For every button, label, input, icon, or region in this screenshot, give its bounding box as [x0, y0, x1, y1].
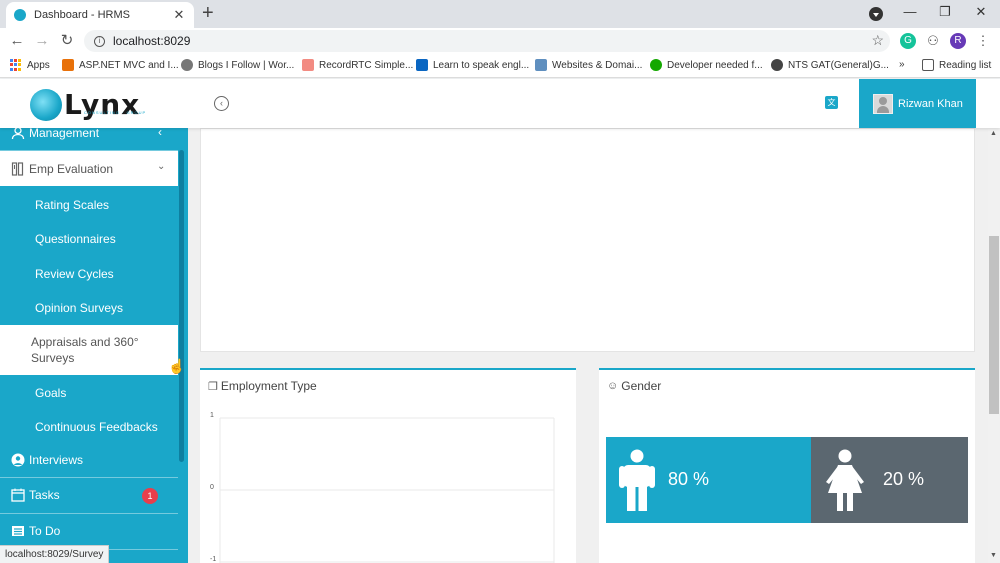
employment-type-chart: 1 0 -1	[208, 406, 568, 563]
logo-tagline: CONSULTING · GROUP	[84, 110, 147, 115]
profile-avatar[interactable]: R	[950, 33, 966, 49]
restore-button[interactable]: ❐	[935, 4, 955, 20]
bookmark-apps[interactable]: Apps	[10, 59, 50, 71]
card-title: ☺ Gender	[607, 379, 662, 393]
bookmark-item[interactable]: Blogs I Follow | Wor...	[181, 59, 294, 71]
copy-icon: ❐	[208, 380, 218, 393]
male-figure-icon	[619, 449, 655, 511]
reading-list-icon	[922, 59, 934, 71]
interview-user-icon	[11, 453, 25, 467]
user-icon	[11, 128, 25, 140]
lynx-logo[interactable]: Lynx	[30, 89, 140, 121]
browser-tab[interactable]: Dashboard - HRMS ✕	[6, 2, 194, 28]
sidebar-item-interviews[interactable]: Interviews	[0, 444, 178, 476]
app-header: Lynx CONSULTING · GROUP ‹ 文 Rizwan Khan	[0, 79, 1000, 128]
nts-icon	[771, 59, 783, 71]
extensions-puzzle-icon[interactable]: ⚇	[925, 33, 941, 49]
bookmark-star-icon[interactable]: ☆	[871, 32, 884, 49]
sidebar-item-opinion-surveys[interactable]: Opinion Surveys	[0, 291, 178, 325]
sidebar-item-label: Management	[29, 128, 100, 140]
gender-card: ☺ Gender 80 % 20 %	[599, 368, 975, 563]
dashboard-content: ❐ Employment Type 1 0 -1 ☺ Gender 80 % 2…	[188, 128, 988, 563]
sidebar-item-label: Tasks	[29, 488, 60, 502]
tab-search-icon[interactable]	[869, 7, 883, 21]
bookmarks-bar: Apps ASP.NET MVC and I... Blogs I Follow…	[0, 54, 1000, 78]
bookmark-item[interactable]: NTS GAT(General)G...	[771, 59, 889, 71]
tab-favicon-icon	[14, 9, 26, 21]
tasks-count-badge: 1	[142, 488, 158, 504]
male-ratio-panel: 80 %	[606, 437, 811, 523]
wordpress-icon	[181, 59, 193, 71]
address-bar[interactable]: i localhost:8029 ☆	[84, 30, 890, 52]
collapse-sidebar-icon[interactable]: ‹	[214, 96, 229, 111]
bookmark-item[interactable]: Developer needed f...	[650, 59, 763, 71]
scrollbar-thumb[interactable]	[989, 236, 999, 414]
bookmark-item[interactable]: ASP.NET MVC and I...	[62, 59, 179, 71]
calendar-icon	[11, 488, 25, 502]
sidebar-item-management[interactable]: Management ‹	[0, 128, 178, 140]
dashboard-top-card	[200, 128, 975, 352]
chevron-left-icon: ‹	[158, 128, 162, 139]
sidebar-item-emp-evaluation[interactable]: Emp Evaluation ⌄	[0, 151, 178, 186]
logo-globe-icon	[30, 89, 62, 121]
male-percentage: 80 %	[668, 469, 710, 489]
new-tab-button[interactable]: +	[202, 3, 214, 23]
status-bar-url: localhost:8029/Survey	[0, 545, 110, 563]
user-name: Rizwan Khan	[898, 97, 963, 110]
browser-title-bar: Dashboard - HRMS ✕ + — ❐ ✕	[0, 0, 1000, 28]
reading-list-button[interactable]: Reading list	[922, 59, 991, 71]
chart-grid	[219, 417, 555, 563]
window-close-button[interactable]: ✕	[971, 4, 991, 20]
translate-icon[interactable]: 文	[825, 96, 838, 109]
forward-arrow-icon[interactable]: →	[33, 31, 51, 51]
sidebar-item-continuous-feedbacks[interactable]: Continuous Feedbacks	[0, 410, 178, 444]
address-url: localhost:8029	[113, 34, 191, 48]
minimize-button[interactable]: —	[900, 4, 920, 19]
hand-cursor-icon: ☝	[168, 358, 186, 374]
back-arrow-icon[interactable]: ←	[8, 31, 26, 51]
todo-list-icon	[12, 526, 24, 536]
reload-icon[interactable]: ↻	[58, 31, 76, 51]
sidebar-item-appraisals-360[interactable]: Appraisals and 360° Surveys	[0, 325, 178, 375]
websites-icon	[535, 59, 547, 71]
recordrtc-icon	[302, 59, 314, 71]
bookmark-item[interactable]: RecordRTC Simple...	[302, 59, 413, 71]
tab-title: Dashboard - HRMS	[34, 9, 130, 21]
tab-close-icon[interactable]: ✕	[172, 7, 186, 23]
chevron-down-icon: ⌄	[157, 161, 166, 172]
sidebar-item-rating-scales[interactable]: Rating Scales	[0, 188, 178, 222]
apps-grid-icon	[10, 59, 22, 71]
bookmark-item[interactable]: Learn to speak engl...	[416, 59, 529, 71]
sidebar-item-goals[interactable]: Goals	[0, 376, 178, 410]
sidebar-item-label: Interviews	[29, 453, 84, 467]
scroll-up-icon[interactable]: ▲	[990, 130, 997, 137]
sidebar-item-label: To Do	[29, 524, 61, 538]
sidebar-item-todo[interactable]: To Do	[0, 514, 178, 548]
user-icon: ☺	[607, 380, 619, 392]
sidebar-scrollbar[interactable]	[179, 150, 184, 462]
sidebar-item-review-cycles[interactable]: Review Cycles	[0, 257, 178, 291]
aspnet-icon	[62, 59, 74, 71]
browser-menu-icon[interactable]: ⋮	[975, 33, 991, 49]
grammarly-extension-icon[interactable]: G	[900, 33, 916, 49]
employment-type-card: ❐ Employment Type 1 0 -1	[200, 368, 576, 563]
sidebar: Management ‹ Emp Evaluation ⌄ Rating Sca…	[0, 128, 188, 563]
site-info-icon[interactable]: i	[94, 35, 105, 47]
sidebar-item-questionnaires[interactable]: Questionnaires	[0, 222, 178, 256]
card-title: ❐ Employment Type	[208, 379, 317, 393]
sidebar-item-label: Emp Evaluation	[29, 161, 114, 176]
scroll-down-icon[interactable]: ▼	[990, 552, 997, 559]
user-menu[interactable]: Rizwan Khan	[859, 79, 976, 128]
bookmark-item[interactable]: Websites & Domai...	[535, 59, 642, 71]
female-figure-icon	[826, 449, 864, 511]
female-ratio-panel: 20 %	[811, 437, 968, 523]
browser-toolbar: ← → ↻ i localhost:8029 ☆ G ⚇ R ⋮	[0, 28, 1000, 54]
evaluation-icon	[11, 161, 24, 176]
page-scrollbar[interactable]: ▲ ▼	[988, 128, 1000, 563]
upwork-icon	[650, 59, 662, 71]
female-percentage: 20 %	[883, 469, 925, 489]
linkedin-icon	[416, 59, 428, 71]
user-avatar	[873, 93, 893, 114]
more-bookmarks-button[interactable]: »	[899, 59, 905, 70]
